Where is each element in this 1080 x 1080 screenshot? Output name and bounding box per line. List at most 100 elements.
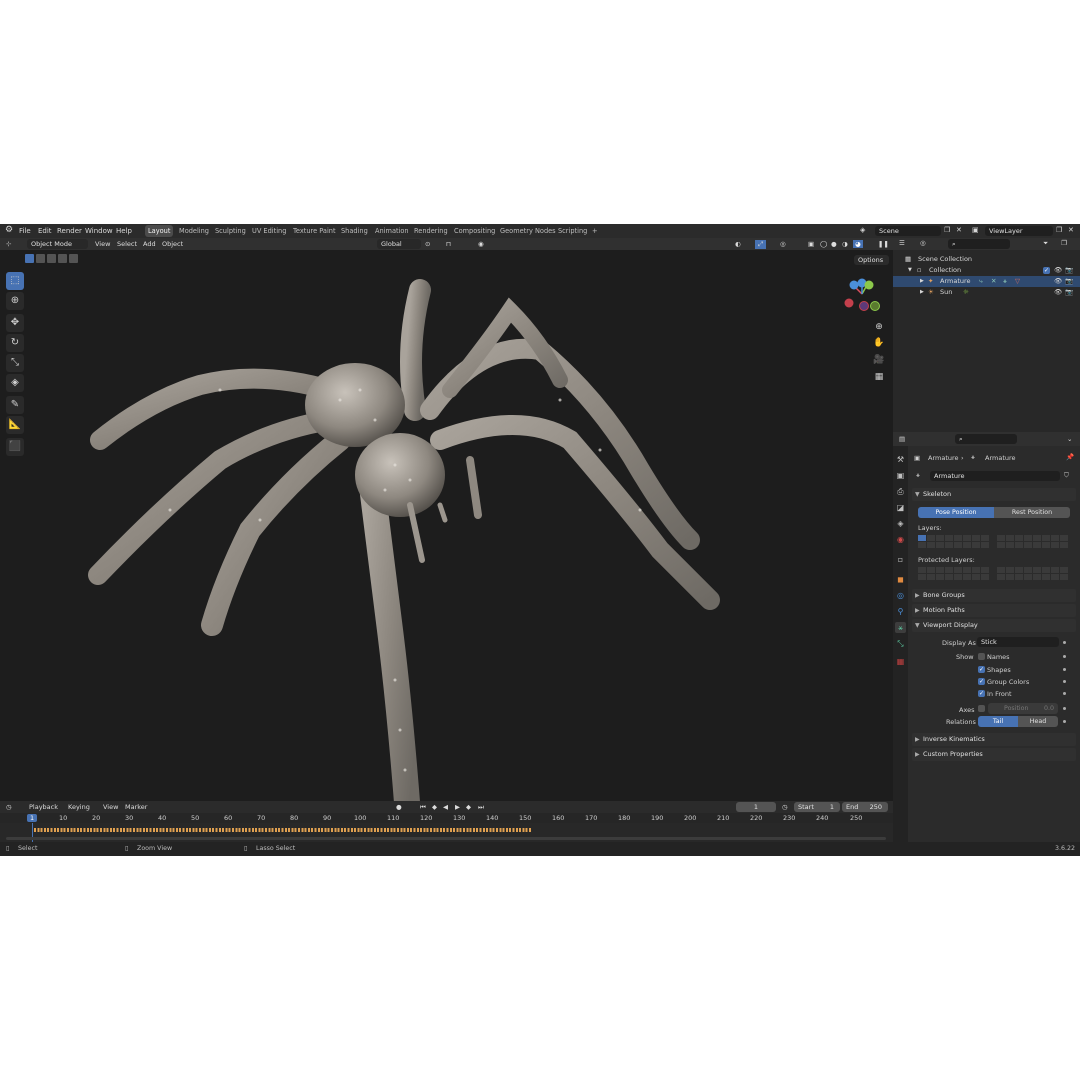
layers-grid-right[interactable] [997,535,1068,548]
camera-icon[interactable]: 📷 [1065,287,1073,298]
tab-sculpting[interactable]: Sculpting [212,225,249,237]
keyframe-track[interactable] [0,823,893,842]
names-checkbox[interactable] [978,653,985,660]
menu-marker[interactable]: Marker [125,803,147,811]
menu-view[interactable]: View [95,240,110,248]
3d-viewport[interactable] [0,250,893,824]
keyframe-dot[interactable] [1063,692,1066,695]
clock-icon[interactable]: ◷ [782,803,788,811]
output-tab-icon[interactable]: ⎙ [895,486,906,497]
new-scene-icon[interactable]: ❐ [944,226,950,234]
menu-playback[interactable]: Playback [29,803,58,811]
overlay-icon[interactable]: ◎ [780,240,786,248]
tab-shading[interactable]: Shading [338,225,371,237]
navigation-gizmo[interactable] [842,276,882,314]
viewport-display-panel-header[interactable]: ▼ Viewport Display [912,619,1076,632]
solid-shading-icon[interactable]: ● [831,240,837,248]
filter-icon[interactable]: ⏷ [1043,239,1048,248]
next-keyframe-icon[interactable]: ◆ [466,803,471,811]
keyframe-dot[interactable] [1063,655,1066,658]
select-subtract-icon[interactable] [47,254,56,263]
new-view-layer-icon[interactable]: ❐ [1056,226,1062,234]
tab-uv-editing[interactable]: UV Editing [249,225,289,237]
menu-file[interactable]: File [19,227,31,235]
end-frame-field[interactable]: End 250 [842,802,888,812]
measure-tool[interactable]: 📐 [6,416,24,434]
menu-add[interactable]: Add [143,240,156,248]
axes-position-field[interactable]: Position 0.0 [988,703,1058,714]
relations-head-button[interactable]: Head [1018,716,1058,727]
scale-tool[interactable]: ⤡ [6,354,24,372]
tab-geometry-nodes[interactable]: Geometry Nodes [497,225,559,237]
transform-orientation-dropdown[interactable]: Global [377,239,421,249]
prev-keyframe-icon[interactable]: ◆ [432,803,437,811]
bone-groups-panel-header[interactable]: ▶ Bone Groups [912,589,1076,602]
chevron-down-icon[interactable]: ⌄ [1067,435,1072,443]
move-tool[interactable]: ✥ [6,314,24,332]
menu-window[interactable]: Window [85,227,113,235]
cursor-tool[interactable]: ⊕ [6,292,24,310]
chevron-down-icon[interactable]: ▼ [908,265,912,276]
pause-icon[interactable]: ❚❚ [878,240,889,248]
exclude-checkbox[interactable]: ✓ [1043,267,1050,274]
jump-start-icon[interactable]: ⏮ [420,803,426,812]
rotate-tool[interactable]: ↻ [6,334,24,352]
eye-icon[interactable]: 👁 [1054,287,1062,298]
camera-icon[interactable]: 📷 [1065,276,1073,287]
chevron-right-icon[interactable]: ▶ [920,276,924,287]
tab-animation[interactable]: Animation [372,225,412,237]
start-frame-field[interactable]: Start 1 [794,802,840,812]
keyframe-dot[interactable] [1063,680,1066,683]
select-invert-icon[interactable] [58,254,67,263]
chevron-right-icon[interactable]: ▶ [920,287,924,298]
axes-checkbox[interactable] [978,705,985,712]
texture-tab-icon[interactable]: ▦ [895,656,906,667]
timeline-ruler[interactable]: 1 10 20 30 40 50 60 70 80 90 100 110 120… [0,813,893,823]
timeline-editor-icon[interactable]: ◷ [6,803,12,811]
pivot-icon[interactable]: ⊙ [425,240,430,248]
material-shading-icon[interactable]: ◑ [842,240,848,248]
select-box-tool[interactable]: ⬚ [6,272,24,290]
keyframe-dot[interactable] [1063,668,1066,671]
keyframe-dot[interactable] [1063,641,1066,644]
play-icon[interactable]: ▶ [455,803,460,811]
tree-row-collection[interactable]: ▼ ▫ Collection ✓ 👁 📷 [893,265,1080,276]
delete-scene-icon[interactable]: ✕ [956,226,962,234]
display-as-dropdown[interactable]: Stick [977,637,1059,647]
shapes-checkbox[interactable]: ✓ [978,666,985,673]
pose-position-button[interactable]: Pose Position [918,507,994,518]
object-tab-icon[interactable]: ◼ [895,574,906,585]
menu-keying[interactable]: Keying [68,803,90,811]
proportional-edit-icon[interactable]: ◉ [478,240,484,248]
keyframe-dot[interactable] [1063,707,1066,710]
timeline-scrollbar[interactable] [6,837,886,840]
tab-modeling[interactable]: Modeling [176,225,212,237]
tab-rendering[interactable]: Rendering [411,225,451,237]
protected-layers-grid-right[interactable] [997,567,1068,580]
zoom-view-icon[interactable]: ⊕ [872,320,886,334]
camera-icon[interactable]: 📷 [1065,265,1073,276]
physics-tab-icon[interactable]: ◎ [895,590,906,601]
menu-timeline-view[interactable]: View [103,803,118,811]
collection-tab-icon[interactable]: ▫ [895,554,906,565]
rendered-shading-icon[interactable]: ◕ [853,240,863,248]
wireframe-shading-icon[interactable]: ◯ [820,240,827,248]
constraints-tab-icon[interactable]: ⚲ [895,606,906,617]
relations-tail-button[interactable]: Tail [978,716,1018,727]
display-mode-icon[interactable]: ◎ [920,239,926,247]
select-intersect-icon[interactable] [69,254,78,263]
outliner-editor-icon[interactable]: ☰ [899,239,905,247]
rest-position-button[interactable]: Rest Position [994,507,1070,518]
select-new-icon[interactable] [25,254,34,263]
custom-properties-panel-header[interactable]: ▶ Custom Properties [912,748,1076,761]
render-tab-icon[interactable]: ▣ [895,470,906,481]
tab-texture-paint[interactable]: Texture Paint [290,225,339,237]
options-dropdown[interactable]: Options [854,255,889,265]
spider-model[interactable] [0,250,893,824]
skeleton-panel-header[interactable]: ▼ Skeleton [912,488,1076,501]
tree-row-armature[interactable]: ▶ ✦ Armature ⤷ ✕ ⚹ ▽ 👁 📷 [893,276,1080,287]
editor-type-icon[interactable]: ⊹ [6,240,11,248]
motion-paths-panel-header[interactable]: ▶ Motion Paths [912,604,1076,617]
transform-tool[interactable]: ◈ [6,374,24,392]
menu-object[interactable]: Object [162,240,183,248]
